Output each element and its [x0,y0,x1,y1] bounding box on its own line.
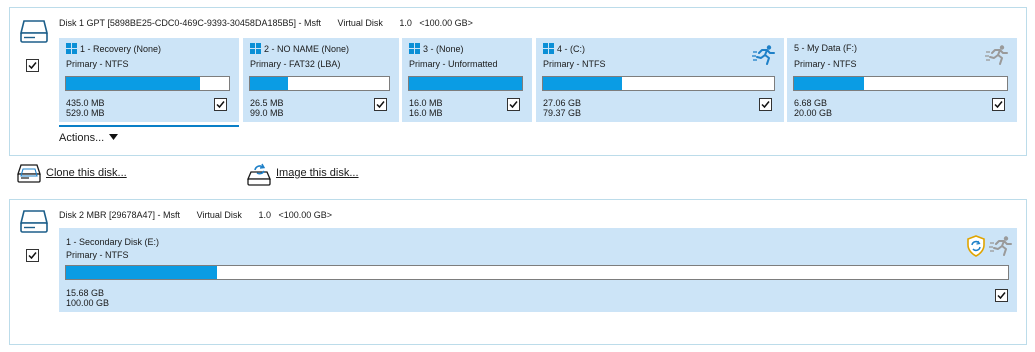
usage-bar-fill [794,77,865,90]
usage-bar-fill [66,77,200,90]
disk-2-size: <100.00 GB> [278,210,333,220]
disk-2-name: Disk 2 MBR [29678A47] - Msft [59,210,181,220]
partition-type: Primary - NTFS [794,59,857,69]
actions-label: Actions... [59,132,105,144]
partition-3-unformatted[interactable]: 3 - (None) Primary - Unformatted 16.0 MB… [402,38,532,122]
usage-bar [249,76,390,91]
used-size: 6.68 GB [794,98,828,108]
used-size: 15.68 GB [66,288,105,298]
disk-1-name: Disk 1 GPT [5898BE25-CDC0-469C-9393-3045… [59,18,321,28]
disk-2-version: 1.0 [258,210,271,220]
disk-2-header: Disk 2 MBR [29678A47] - Msft Virtual Dis… [59,210,332,220]
windows-icon [250,43,261,54]
windows-icon [543,43,554,54]
total-size: 100.00 GB [66,298,110,308]
caret-down-icon [109,134,119,140]
partition-4-c-drive[interactable]: 4 - (C:) Primary - NTFS 27.06 GB 79.37 G… [536,38,784,122]
partition-title: 1 - Recovery (None) [80,44,162,54]
windows-icon [66,43,77,54]
image-disk-icon[interactable] [246,163,272,187]
partition-type: Primary - NTFS [66,59,129,69]
clone-disk-link[interactable]: Clone this disk... [46,167,127,179]
windows-icon [409,43,420,54]
usage-bar-fill [250,77,288,90]
total-size: 99.0 MB [250,108,284,118]
usage-bar-fill [543,77,622,90]
partition-2-checkbox[interactable] [374,98,387,111]
partition-type: Primary - Unformatted [409,59,498,69]
partition-5-my-data[interactable]: 5 - My Data (F:) Primary - NTFS 6.68 GB … [787,38,1017,122]
partition-1-recovery[interactable]: 1 - Recovery (None) Primary - NTFS 435.0… [59,38,239,122]
disk-2-checkbox[interactable] [26,249,39,262]
partition-3-checkbox[interactable] [507,98,520,111]
used-size: 16.0 MB [409,98,443,108]
shield-sync-icon [967,235,985,257]
used-size: 26.5 MB [250,98,284,108]
partition-1-checkbox[interactable] [995,289,1008,302]
partition-2-no-name[interactable]: 2 - NO NAME (None) Primary - FAT32 (LBA)… [243,38,399,122]
usage-bar-fill [409,77,522,90]
partition-5-checkbox[interactable] [992,98,1005,111]
image-disk-link[interactable]: Image this disk... [276,167,359,179]
usage-bar [65,76,230,91]
disk-1-checkbox[interactable] [26,59,39,72]
actions-dropdown[interactable]: Actions... [59,132,119,144]
usage-bar [793,76,1008,91]
partition-title: 5 - My Data (F:) [794,43,858,53]
running-man-icon [752,45,775,65]
total-size: 79.37 GB [543,108,582,118]
usage-bar-fill [66,266,217,279]
disk-2-panel: Disk 2 MBR [29678A47] - Msft Virtual Dis… [9,199,1027,345]
partition-title: 2 - NO NAME (None) [264,44,350,54]
running-man-icon [985,45,1008,65]
used-size: 27.06 GB [543,98,582,108]
total-size: 529.0 MB [66,108,105,118]
usage-bar [408,76,523,91]
partition-1-checkbox[interactable] [214,98,227,111]
clone-disk-icon[interactable] [16,163,42,185]
usage-bar [65,265,1009,280]
disk-1-type: Virtual Disk [337,18,383,28]
used-size: 435.0 MB [66,98,105,108]
disk-1-version: 1.0 [399,18,412,28]
partition-1-secondary-disk[interactable]: 1 - Secondary Disk (E:) Primary - NTFS 1… [59,228,1017,312]
partition-type: Primary - FAT32 (LBA) [250,59,341,69]
selected-partition-indicator [59,125,239,127]
partition-4-checkbox[interactable] [759,98,772,111]
disk-2-type: Virtual Disk [196,210,242,220]
total-size: 20.00 GB [794,108,833,118]
partition-type: Primary - NTFS [543,59,606,69]
hard-disk-icon [19,20,49,43]
disk-1-panel: Disk 1 GPT [5898BE25-CDC0-469C-9393-3045… [9,7,1027,156]
partition-title: 1 - Secondary Disk (E:) [66,237,160,247]
hard-disk-icon [19,210,49,233]
disk-1-header: Disk 1 GPT [5898BE25-CDC0-469C-9393-3045… [59,18,473,28]
partition-title: 4 - (C:) [557,44,585,54]
total-size: 16.0 MB [409,108,443,118]
partition-type: Primary - NTFS [66,250,129,260]
disk-1-size: <100.00 GB> [419,18,473,28]
usage-bar [542,76,775,91]
running-man-icon [989,236,1012,256]
partition-title: 3 - (None) [423,44,464,54]
